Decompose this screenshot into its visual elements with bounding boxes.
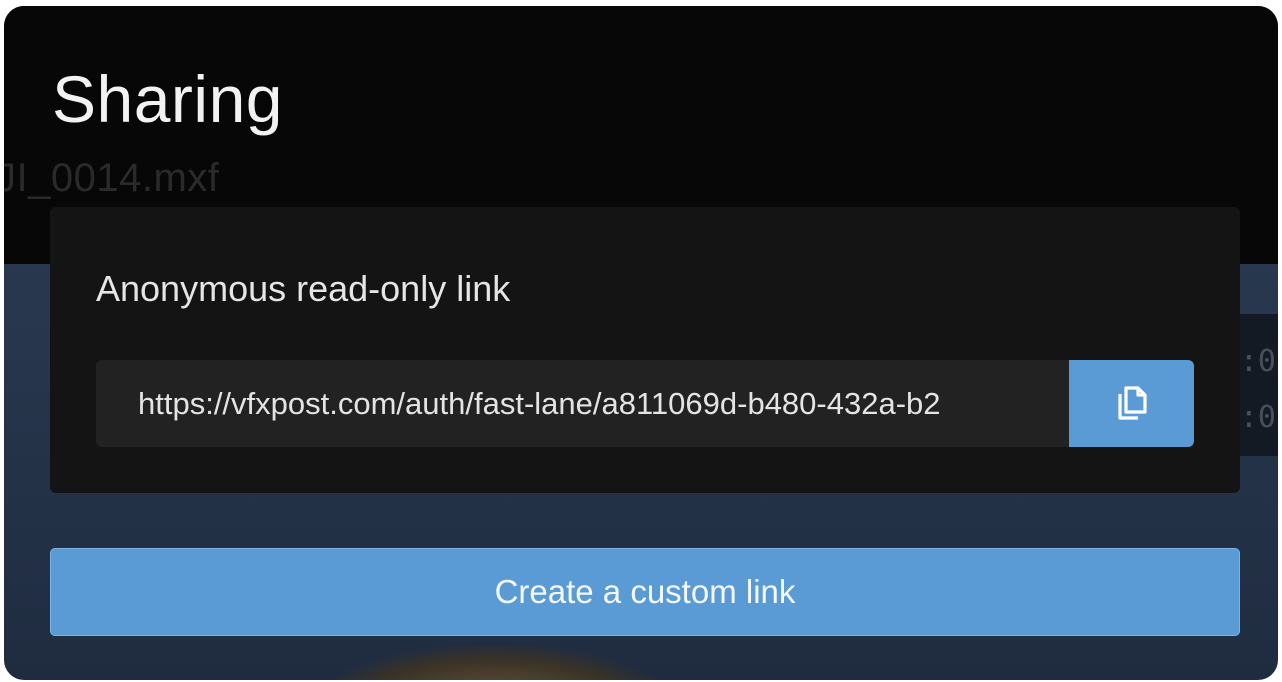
background-timecode: :0 — [1239, 344, 1276, 379]
copy-link-button[interactable] — [1069, 360, 1194, 447]
share-url-field[interactable] — [96, 360, 1070, 447]
background-timecode: :0 — [1239, 400, 1276, 435]
anonymous-link-heading: Anonymous read-only link — [96, 268, 511, 309]
anonymous-link-card: Anonymous read-only link — [50, 207, 1240, 493]
background-filename: JI_0014.mxf — [4, 156, 220, 200]
background-image-fragment — [324, 646, 664, 680]
copy-icon — [1115, 385, 1149, 423]
page-title: Sharing — [52, 62, 283, 136]
create-custom-link-button[interactable]: Create a custom link — [50, 548, 1240, 636]
sharing-dialog: JI_0014.mxf :0 :0 Sharing Anonymous read… — [4, 6, 1278, 680]
